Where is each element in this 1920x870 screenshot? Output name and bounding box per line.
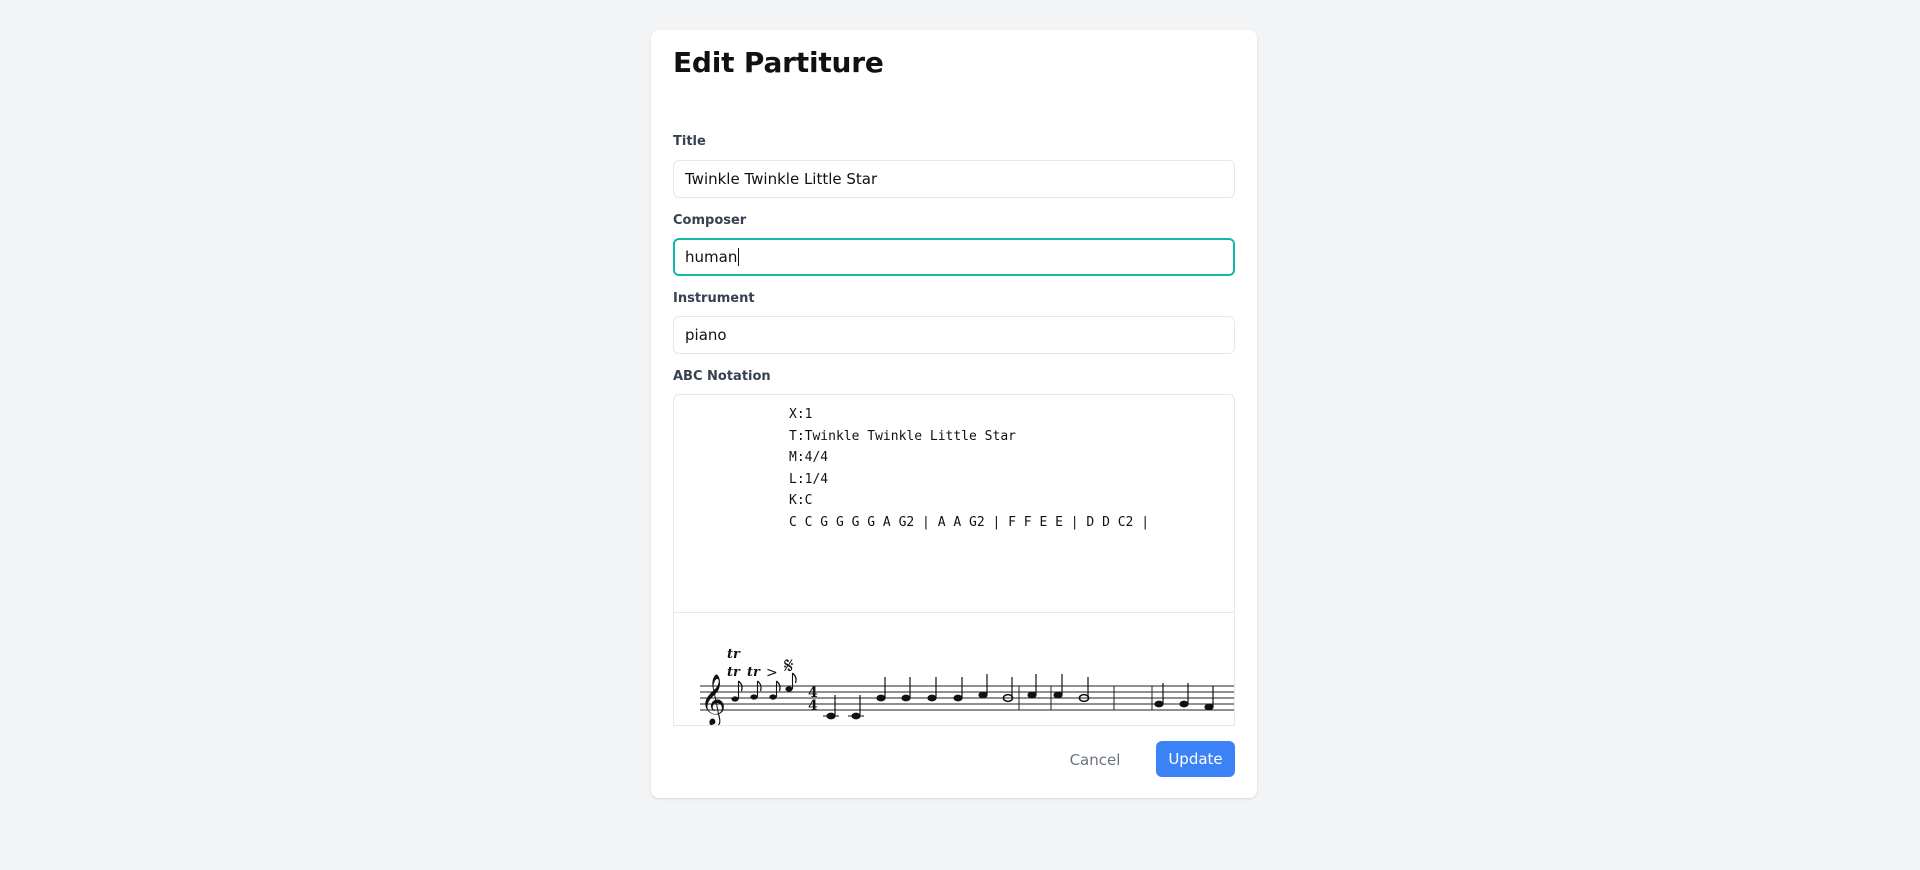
page-title: Edit Partiture bbox=[673, 46, 884, 79]
title-input-value: Twinkle Twinkle Little Star bbox=[685, 170, 878, 188]
abc-line: M:4/4 bbox=[789, 450, 829, 466]
trill-ornament: tr bbox=[727, 647, 741, 662]
staff-notation: 𝄞 tr tr tr > 𝄋 4 4 bbox=[700, 647, 1234, 726]
title-input[interactable]: Twinkle Twinkle Little Star bbox=[673, 160, 1235, 198]
update-button[interactable]: Update bbox=[1156, 741, 1235, 777]
sheet-music-preview: 𝄞 tr tr tr > 𝄋 4 4 bbox=[673, 612, 1235, 726]
trill-ornament: tr bbox=[727, 665, 741, 680]
instrument-input[interactable]: piano bbox=[673, 316, 1235, 354]
time-signature-denominator: 4 bbox=[808, 698, 818, 714]
title-label: Title bbox=[673, 134, 706, 149]
abc-notation-textarea[interactable]: X:1 T:Twinkle Twinkle Little Star M:4/4 … bbox=[673, 394, 1235, 626]
composer-input-value: human bbox=[685, 248, 738, 266]
trill-ornament: tr bbox=[747, 665, 761, 680]
text-caret bbox=[738, 248, 740, 266]
quarter-notes bbox=[823, 674, 1214, 720]
edit-partiture-card: Edit Partiture Title Twinkle Twinkle Lit… bbox=[651, 30, 1257, 798]
abc-line: L:1/4 bbox=[789, 471, 829, 487]
treble-clef-icon: 𝄞 bbox=[700, 674, 726, 726]
composer-label: Composer bbox=[673, 213, 747, 228]
abc-line: T:Twinkle Twinkle Little Star bbox=[789, 428, 1016, 444]
cancel-button[interactable]: Cancel bbox=[1059, 742, 1131, 778]
accent-mark: > bbox=[766, 665, 778, 681]
instrument-label: Instrument bbox=[673, 291, 755, 306]
abc-line: K:C bbox=[789, 493, 813, 509]
instrument-input-value: piano bbox=[685, 326, 727, 344]
abc-notation-label: ABC Notation bbox=[673, 369, 771, 384]
abc-line: C C G G G G A G2 | A A G2 | F F E E | D … bbox=[789, 514, 1150, 530]
abc-line: X:1 bbox=[789, 407, 813, 422]
segno-icon: 𝄋 bbox=[784, 654, 793, 679]
composer-input[interactable]: human bbox=[673, 238, 1235, 276]
